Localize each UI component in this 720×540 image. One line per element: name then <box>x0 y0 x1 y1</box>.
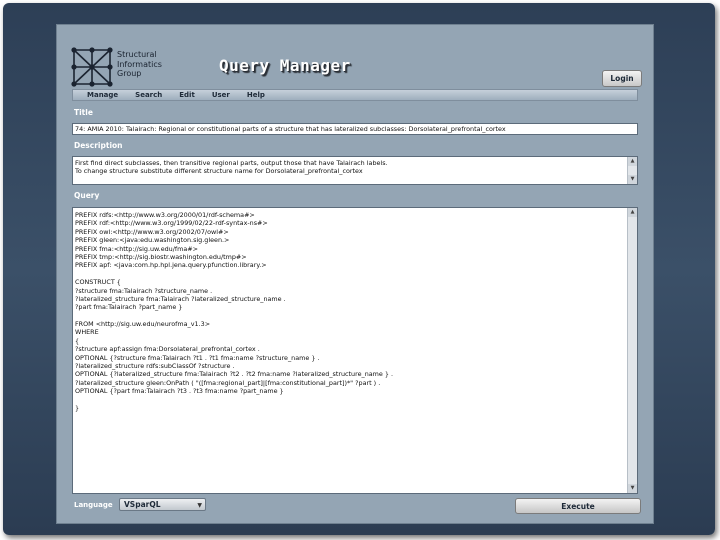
app-title: Query Manager <box>219 56 351 75</box>
menu-item-help[interactable]: Help <box>247 91 265 99</box>
query-line: FROM <http://sig.uw.edu/neurofma_v1.3> <box>75 320 211 329</box>
logo-line: Informatics <box>117 59 162 69</box>
title-input[interactable]: 74: AMIA 2010: Talairach: Regional or co… <box>72 123 638 135</box>
query-line: OPTIONAL {?part fma:Talairach ?t3 . ?t3 … <box>75 387 284 396</box>
menu-bar: Manage Search Edit User Help <box>72 89 638 101</box>
query-line: OPTIONAL {?lateralized_structure fma:Tal… <box>75 370 393 379</box>
menu-item-search[interactable]: Search <box>135 91 162 99</box>
query-line: WHERE <box>75 328 99 337</box>
query-line <box>75 270 625 278</box>
query-line: ?lateralized_structure fma:Talairach ?la… <box>75 294 286 303</box>
query-line: { <box>75 336 80 345</box>
scroll-down-icon[interactable]: ▼ <box>628 484 637 493</box>
structural-informatics-logo-icon <box>71 47 113 87</box>
query-line: ?part fma:Talairach ?part_name } <box>75 303 183 312</box>
menu-item-edit[interactable]: Edit <box>179 91 195 99</box>
logo-line: Group <box>117 69 142 78</box>
title-label: Title <box>74 108 93 117</box>
query-line: ?lateralized_structure gleen:OnPath ( "(… <box>75 378 381 387</box>
query-line <box>75 396 625 404</box>
query-scrollbar[interactable]: ▲ ▼ <box>627 208 637 493</box>
chevron-down-icon: ▼ <box>197 502 202 509</box>
scroll-up-icon[interactable]: ▲ <box>628 208 637 217</box>
login-button[interactable]: Login <box>602 70 642 87</box>
description-scrollbar[interactable]: ▲ ▼ <box>627 157 637 184</box>
query-line: PREFIX gleen:<java:edu.washington.sig.gl… <box>75 236 230 245</box>
query-line: PREFIX rdfs:<http://www.w3.org/2000/01/r… <box>75 211 255 219</box>
query-line: PREFIX rdf:<http://www.w3.org/1999/02/22… <box>75 219 268 228</box>
logo-line: Structural <box>117 50 157 59</box>
description-textarea[interactable]: First find direct subclasses, then trans… <box>72 156 638 185</box>
scroll-up-icon[interactable]: ▲ <box>628 157 637 166</box>
query-line: OPTIONAL {?structure fma:Talairach ?t1 .… <box>75 353 320 362</box>
logo-text: Structural Informatics Group <box>117 50 162 79</box>
query-line: PREFIX apf: <java:com.hp.hpl.jena.query.… <box>75 261 267 270</box>
description-line: First find direct subclasses, then trans… <box>75 159 388 167</box>
language-label: Language <box>74 501 113 509</box>
query-textarea[interactable]: PREFIX rdfs:<http://www.w3.org/2000/01/r… <box>72 207 638 494</box>
execute-button[interactable]: Execute <box>515 498 641 514</box>
language-selected-value: VSparQL <box>124 500 161 509</box>
language-select[interactable]: VSparQL ▼ <box>119 498 206 511</box>
menu-item-user[interactable]: User <box>212 91 230 99</box>
query-line <box>75 312 625 320</box>
description-line: To change structure substitute different… <box>75 167 363 176</box>
query-line: PREFIX tmp:<http://sig.biostr.washington… <box>75 252 247 261</box>
description-label: Description <box>74 141 123 150</box>
query-line: PREFIX owl:<http://www.w3.org/2002/07/ow… <box>75 227 229 236</box>
query-line: ?structure fma:Talairach ?structure_name… <box>75 286 213 295</box>
menu-item-manage[interactable]: Manage <box>87 91 118 99</box>
query-line: ?lateralized_structure rdfs:subClassOf ?… <box>75 362 235 371</box>
query-line: } <box>75 403 80 412</box>
query-manager-window: Structural Informatics Group Query Manager… <box>56 24 654 524</box>
query-line: ?structure apf:assign fma:Dorsolateral_p… <box>75 345 260 354</box>
scroll-down-icon[interactable]: ▼ <box>628 175 637 184</box>
query-line: PREFIX fma:<http://sig.uw.edu/fma#> <box>75 244 198 253</box>
query-label: Query <box>74 191 100 200</box>
query-line: CONSTRUCT { <box>75 278 121 287</box>
